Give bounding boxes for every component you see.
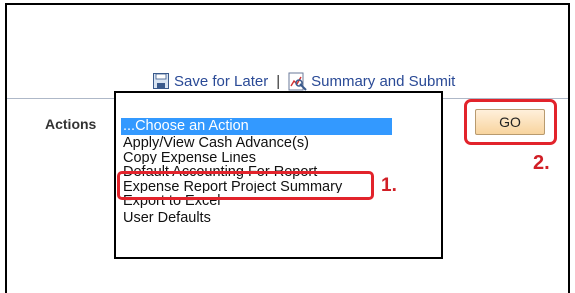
step-1-annotation: 1. <box>381 175 397 196</box>
summary-and-submit-label: Summary and Submit <box>311 72 456 90</box>
summary-chart-icon <box>288 72 307 91</box>
step-2-annotation: 2. <box>533 152 550 174</box>
action-option-user-defaults[interactable]: User Defaults <box>121 210 392 227</box>
action-toolbar: Save for Later | Summary and Submit <box>153 71 455 91</box>
actions-dropdown-list[interactable]: ...Choose an Action Apply/View Cash Adva… <box>114 91 443 259</box>
go-button[interactable]: GO <box>475 109 545 135</box>
action-option-copy-expense-lines[interactable]: Copy Expense Lines <box>121 152 392 164</box>
toolbar-separator: | <box>276 72 281 90</box>
floppy-disk-icon <box>153 73 169 89</box>
page-frame: Save for Later | Summary and Submit Acti… <box>5 3 570 293</box>
summary-and-submit-link[interactable]: Summary and Submit <box>288 72 455 91</box>
actions-label: Actions <box>45 116 97 132</box>
save-for-later-label: Save for Later <box>174 72 269 90</box>
action-option-choose[interactable]: ...Choose an Action <box>121 118 392 135</box>
action-option-cash-advance[interactable]: Apply/View Cash Advance(s) <box>121 135 392 152</box>
save-for-later-link[interactable]: Save for Later <box>153 73 268 90</box>
highlight-default-accounting <box>117 171 374 200</box>
